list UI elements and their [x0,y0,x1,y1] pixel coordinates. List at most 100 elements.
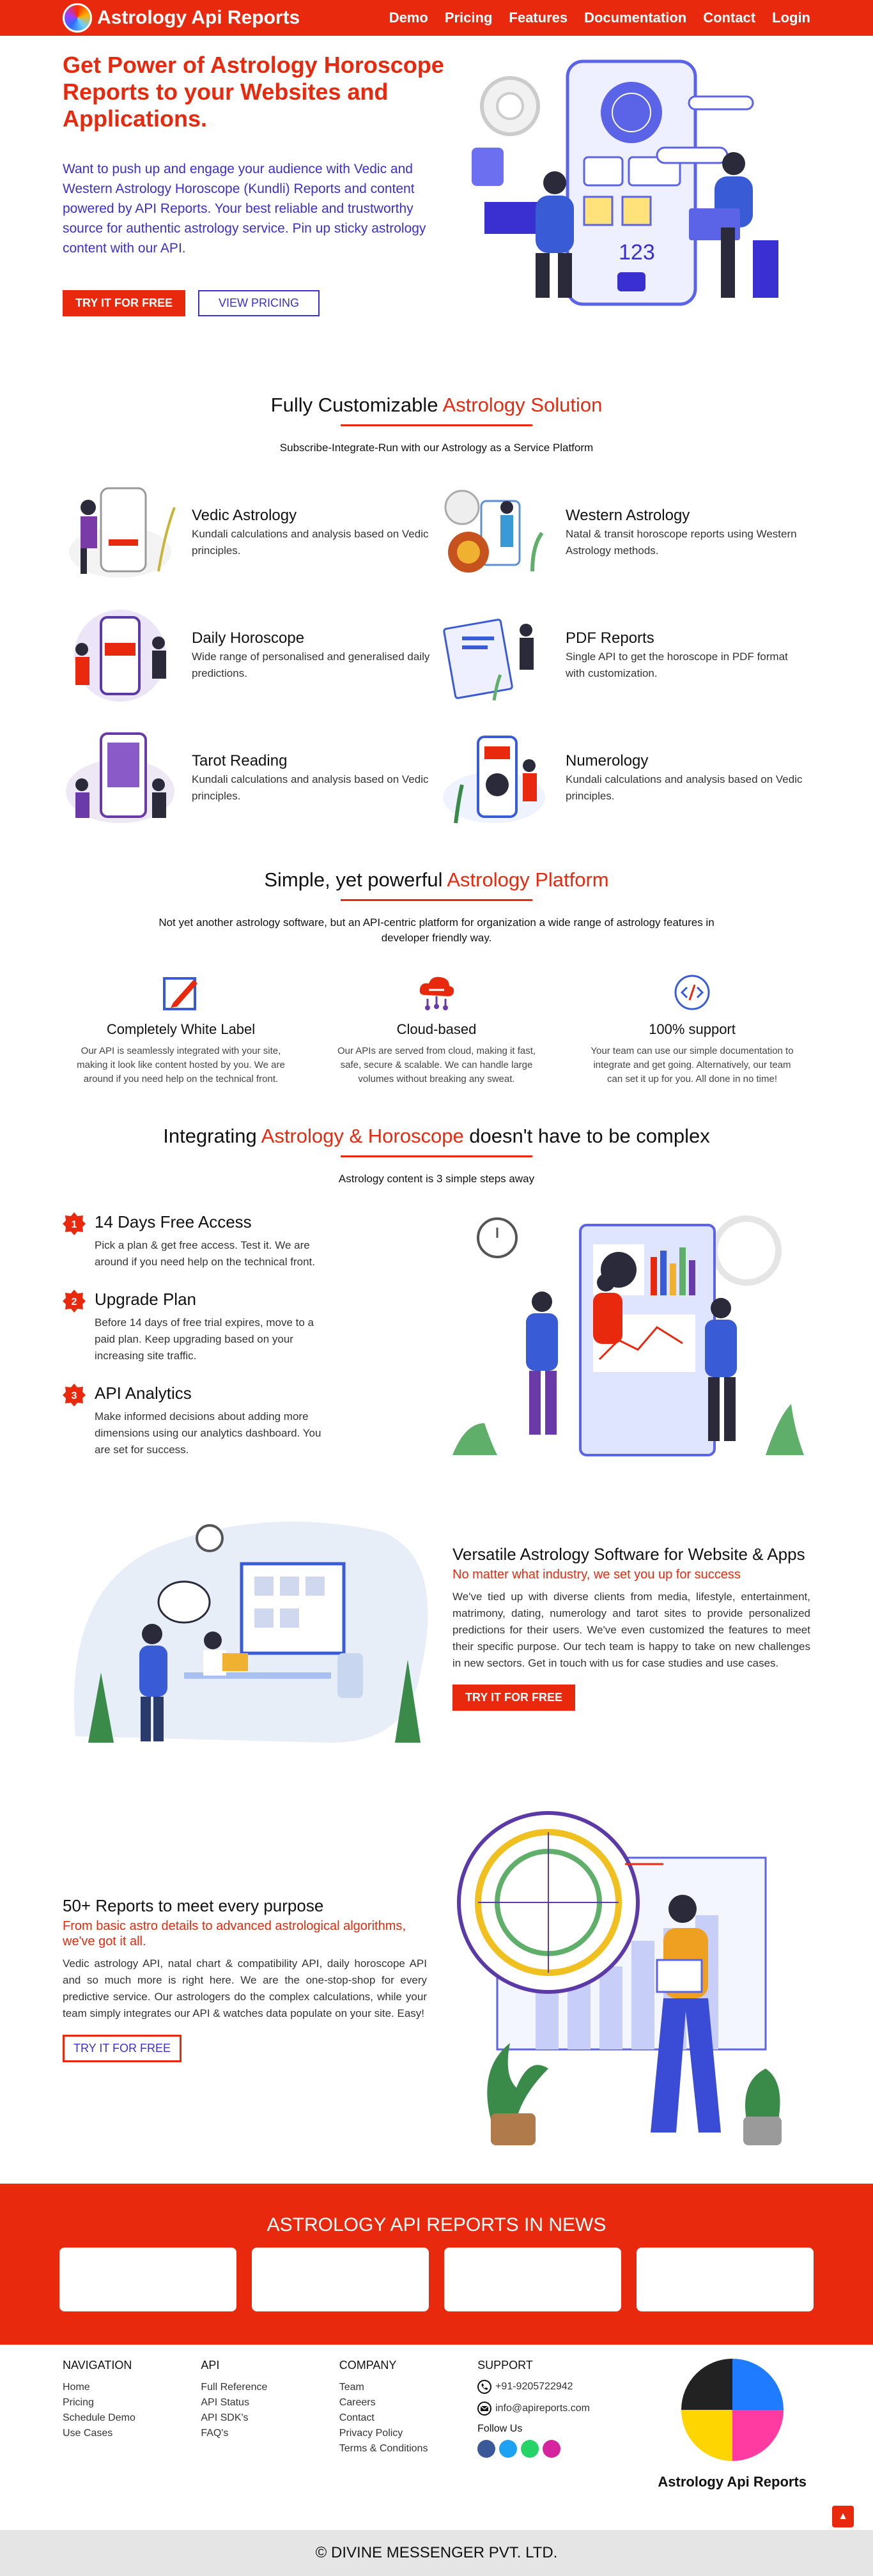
step-api-analytics: 3 API Analytics Make informed decisions a… [63,1384,446,1458]
step-desc: Before 14 days of free trial expires, mo… [95,1316,314,1362]
feature-daily-horoscope[interactable]: Daily Horoscope Wide range of personalise… [63,604,436,707]
copyright-text: © DIVINE MESSENGER PVT. LTD. [315,2544,558,2561]
hero-description: Want to push up and engage your audience… [63,162,426,256]
nav-links: Demo Pricing Features Documentation Cont… [389,10,810,26]
twitter-icon[interactable] [499,2440,518,2458]
nav-link-pricing[interactable]: Pricing [445,10,493,26]
footer-api: API Full Reference API Status API SDK's … [201,2359,339,2490]
view-pricing-button[interactable]: VIEW PRICING [198,290,320,316]
whatsapp-icon[interactable] [521,2440,539,2458]
footer-link-privacy-policy[interactable]: Privacy Policy [339,2426,477,2441]
scroll-to-top-button[interactable]: ▲ [832,2506,854,2527]
platform-item-title: Completely White Label [106,1021,256,1037]
feature-vedic-astrology[interactable]: Vedic Astrology Kundali calculations and … [63,481,436,585]
pdf-reports-illustration [436,605,552,707]
versatile-subtitle: No matter what industry, we set you up f… [452,1568,741,1582]
footer-link-careers[interactable]: Careers [339,2395,477,2410]
step-upgrade-plan: 2 Upgrade Plan Before 14 days of free tri… [63,1290,446,1364]
footer-link-api-status[interactable]: API Status [201,2395,339,2410]
versatile-try-free-button[interactable]: TRY IT FOR FREE [452,1685,576,1711]
platform-item-title: Cloud-based [396,1021,477,1037]
try-free-button[interactable]: TRY IT FOR FREE [63,290,186,316]
natal-chart-illustration [440,1800,810,2158]
facebook-icon[interactable] [477,2440,496,2458]
reports-subtitle: From basic astro details to advanced ast… [63,1919,406,1948]
feature-title: Vedic Astrology [192,507,297,524]
hero-section: Get Power of Astrology Horoscope Reports… [0,36,873,368]
news-card[interactable] [637,2248,814,2311]
step-title: 14 Days Free Access [95,1212,252,1231]
hero-illustration: 123 [446,36,810,316]
svg-text:1: 1 [72,1219,77,1230]
feature-numerology[interactable]: Numerology Kundali calculations and analy… [436,727,810,830]
support-email[interactable]: info@apireports.com [477,2402,615,2416]
nav-link-documentation[interactable]: Documentation [584,10,686,26]
solutions-title: Fully Customizable Astrology Solution [270,394,603,416]
footer-link-contact[interactable]: Contact [339,2410,477,2426]
feature-title: Tarot Reading [192,752,288,769]
footer-link-full-reference[interactable]: Full Reference [201,2380,339,2395]
developer-phone-illustration: 123 [472,59,778,306]
reports-title: 50+ Reports to meet every purpose [63,1896,324,1915]
footer-link-schedule-demo[interactable]: Schedule Demo [63,2410,201,2426]
footer-navigation: NAVIGATION Home Pricing Schedule Demo Us… [63,2359,201,2490]
nav-link-features[interactable]: Features [509,10,568,26]
platform-cloud-based: Cloud-based Our APIs are served from clo… [318,971,555,1086]
nav-link-login[interactable]: Login [772,10,810,26]
feature-title: PDF Reports [566,629,654,647]
platform-item-desc: Our APIs are served from cloud, making i… [337,1045,536,1084]
feature-western-astrology[interactable]: Western Astrology Natal & transit horosco… [436,481,810,585]
solutions-section: Fully Customizable Astrology Solution Su… [63,394,810,830]
steps-section: Integrating Astrology & Horoscope doesn'… [63,1125,810,1481]
footer-link-pricing[interactable]: Pricing [63,2395,201,2410]
footer-link-faqs[interactable]: FAQ's [201,2426,339,2441]
step-badge: 2 [63,1290,86,1313]
footer-link-team[interactable]: Team [339,2380,477,2395]
team-dashboard-illustration [446,1212,810,1481]
feature-title: Western Astrology [566,507,690,524]
feature-desc: Single API to get the horoscope in PDF f… [566,651,788,679]
svg-text:2: 2 [72,1297,77,1307]
footer-link-use-cases[interactable]: Use Cases [63,2426,201,2441]
section-divider [341,899,532,901]
solutions-subtitle: Subscribe-Integrate-Run with our Astrolo… [279,442,594,454]
astrology-logo-icon [63,3,92,33]
support-phone[interactable]: +91-9205722942 [477,2380,615,2394]
section-divider [341,1155,532,1157]
western-astrology-illustration [436,482,552,584]
versatile-section: Versatile Astrology Software for Website… [63,1506,810,1749]
feature-desc: Kundali calculations and analysis based … [192,773,429,802]
nav-link-contact[interactable]: Contact [703,10,755,26]
step-badge: 3 [63,1384,86,1407]
feature-desc: Kundali calculations and analysis based … [192,528,429,557]
footer-heading: API [201,2359,220,2372]
phone-icon [477,2380,492,2394]
news-card[interactable] [444,2248,621,2311]
feature-tarot-reading[interactable]: Tarot Reading Kundali calculations and an… [63,727,436,830]
top-navbar: Astrology Api Reports Demo Pricing Featu… [0,0,873,36]
step-free-access: 1 14 Days Free Access Pick a plan & get f… [63,1212,446,1270]
feature-pdf-reports[interactable]: PDF Reports Single API to get the horosco… [436,604,810,707]
footer-link-home[interactable]: Home [63,2380,201,2395]
news-card[interactable] [59,2248,236,2311]
tarot-reading-illustration [63,727,178,829]
brand-logo-link[interactable]: Astrology Api Reports [63,3,300,33]
step-badge: 1 [63,1212,86,1235]
footer-link-terms[interactable]: Terms & Conditions [339,2441,477,2456]
instagram-icon[interactable] [543,2440,561,2458]
reports-desc: Vedic astrology API, natal chart & compa… [63,1957,427,2019]
reports-try-free-button[interactable]: TRY IT FOR FREE [63,2035,182,2062]
astrology-globe-icon [681,2359,784,2461]
step-title: API Analytics [95,1384,192,1403]
platform-subtitle: Not yet another astrology software, but … [158,916,715,944]
footer-heading: SUPPORT [477,2359,533,2372]
code-icon [574,971,810,1014]
footer-link-api-sdks[interactable]: API SDK's [201,2410,339,2426]
platform-item-desc: Your team can use our simple documentati… [591,1045,794,1084]
news-card[interactable] [252,2248,429,2311]
nav-link-demo[interactable]: Demo [389,10,428,26]
versatile-title: Versatile Astrology Software for Website… [452,1545,805,1564]
illustration-number-text: 123 [619,240,655,265]
platform-support: 100% support Your team can use our simpl… [574,971,810,1086]
copyright-bar: © DIVINE MESSENGER PVT. LTD. ▲ [0,2506,873,2576]
